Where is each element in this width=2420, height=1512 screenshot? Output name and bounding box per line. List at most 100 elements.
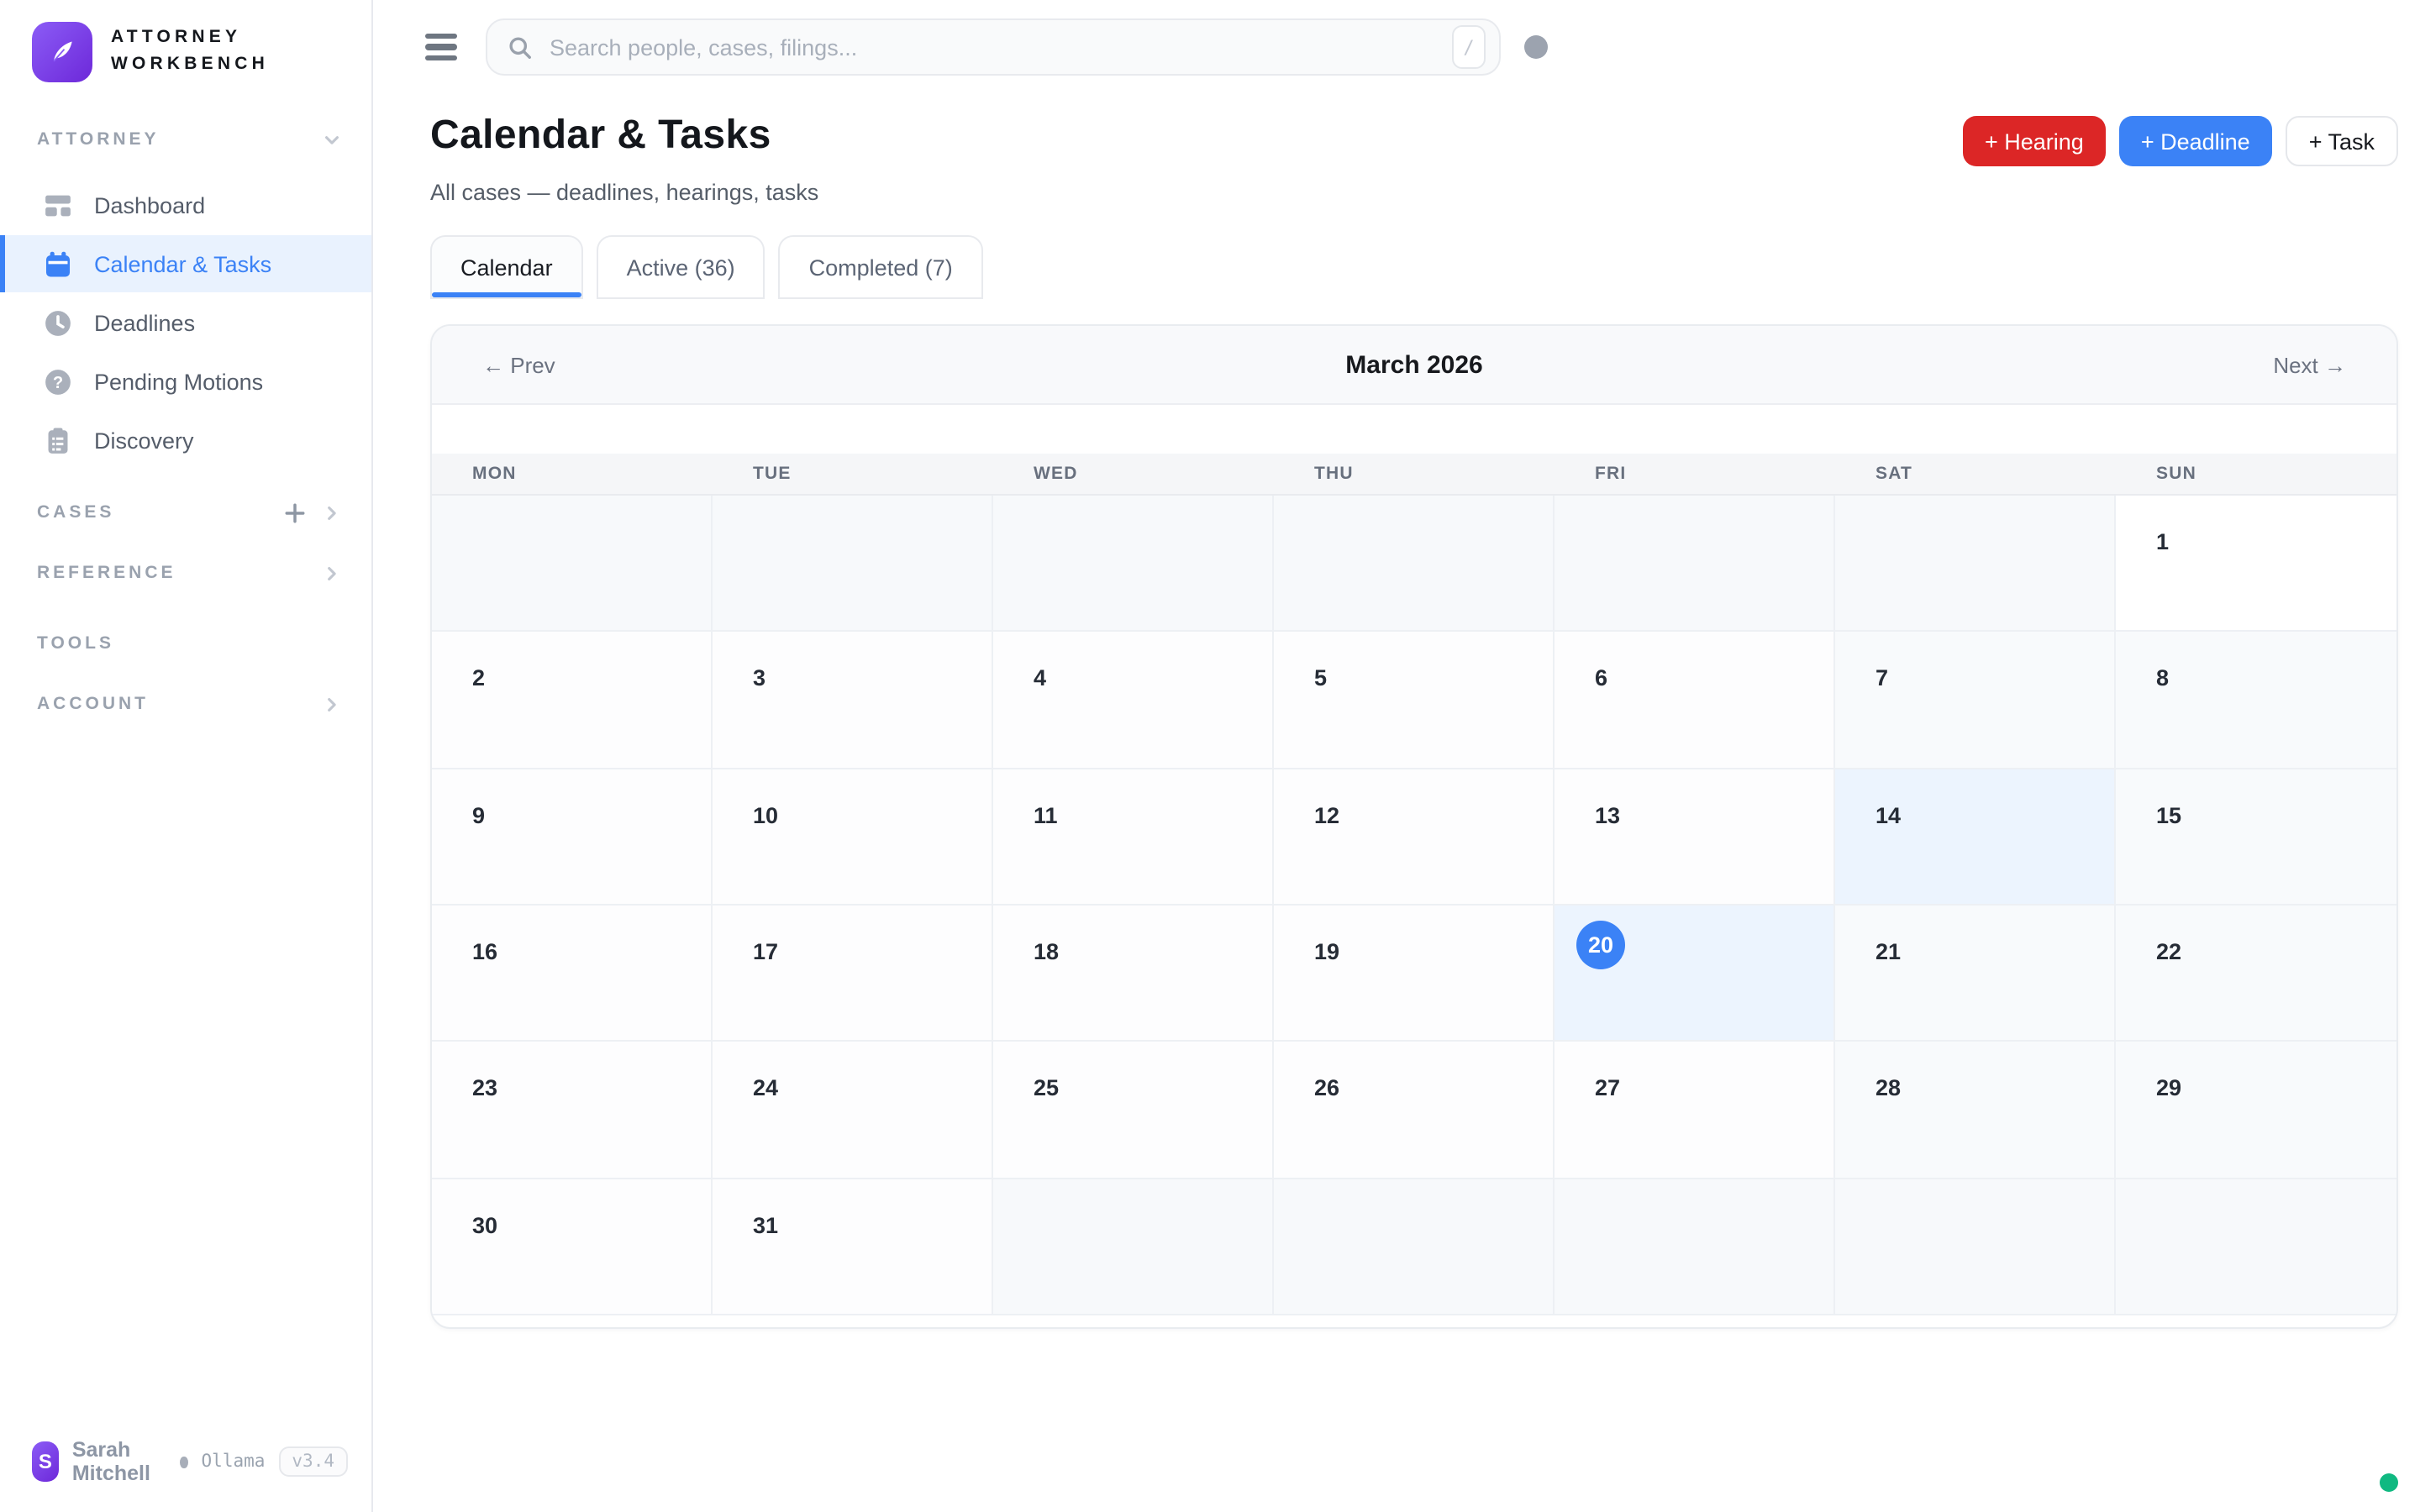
calendar-cell-empty[interactable] (993, 496, 1274, 633)
weekday-header-tue: TUE (713, 454, 993, 494)
calendar-cell-3[interactable]: 3 (713, 633, 993, 769)
calendar-cell-empty[interactable] (713, 496, 993, 633)
sidebar-item-discovery[interactable]: Discovery (0, 412, 371, 469)
tab-calendar[interactable]: Calendar (430, 235, 583, 299)
hamburger-menu-icon[interactable] (425, 29, 462, 66)
calendar-cell-2[interactable]: 2 (432, 633, 713, 769)
calendar-cell-empty[interactable] (1274, 1179, 1555, 1315)
calendar-cell-empty[interactable] (2116, 1179, 2396, 1315)
date-label: 11 (1034, 802, 1058, 827)
user-name: Sarah Mitchell (72, 1438, 166, 1485)
date-label: 1 (2156, 529, 2169, 554)
date-label: 17 (753, 939, 778, 964)
calendar-icon (44, 249, 72, 278)
calendar-cell-6[interactable]: 6 (1555, 633, 1835, 769)
calendar-cell-27[interactable]: 27 (1555, 1042, 1835, 1179)
calendar-cell-empty[interactable] (432, 496, 713, 633)
section-label: REFERENCE (37, 563, 323, 583)
sidebar-section-tools[interactable]: TOOLS (0, 627, 371, 660)
user-status-dot (180, 1456, 187, 1467)
date-label: 28 (1876, 1076, 1901, 1101)
tab-active-36[interactable]: Active (36) (597, 235, 765, 299)
calendar-cell-29[interactable]: 29 (2116, 1042, 2396, 1179)
calendar-cell-11[interactable]: 11 (993, 769, 1274, 906)
calendar-cell-14[interactable]: 14 (1835, 769, 2116, 906)
calendar-cell-18[interactable]: 18 (993, 906, 1274, 1042)
calendar-card: ← Prev March 2026 Next → MONTUEWEDTHUFRI… (430, 324, 2398, 1329)
calendar-cell-23[interactable]: 23 (432, 1042, 713, 1179)
weekday-header-wed: WED (993, 454, 1274, 494)
date-label: 7 (1876, 666, 1888, 691)
calendar-cell-empty[interactable] (993, 1179, 1274, 1315)
next-month-button[interactable]: Next → (2273, 352, 2346, 377)
date-label: 3 (753, 666, 765, 691)
svg-text:?: ? (53, 373, 63, 391)
calendar-cell-13[interactable]: 13 (1555, 769, 1835, 906)
topbar: / (373, 0, 2420, 79)
calendar-cell-30[interactable]: 30 (432, 1179, 713, 1315)
section-label: ACCOUNT (37, 694, 323, 714)
date-label: 16 (472, 939, 497, 964)
dashboard-icon (44, 191, 72, 219)
calendar-cell-20[interactable]: 20 (1555, 906, 1835, 1042)
calendar-month-nav: ← Prev March 2026 Next → (432, 326, 2396, 405)
calendar-cell-15[interactable]: 15 (2116, 769, 2396, 906)
calendar-cell-16[interactable]: 16 (432, 906, 713, 1042)
calendar-cell-9[interactable]: 9 (432, 769, 713, 906)
sidebar-item-calendar-tasks[interactable]: Calendar & Tasks (0, 235, 371, 292)
add-task-button[interactable]: + Task (2286, 116, 2398, 166)
calendar-cell-31[interactable]: 31 (713, 1179, 993, 1315)
calendar-cell-28[interactable]: 28 (1835, 1042, 2116, 1179)
search-input[interactable] (546, 33, 1439, 61)
add-case-icon[interactable] (284, 501, 306, 523)
calendar-cell-10[interactable]: 10 (713, 769, 993, 906)
weekday-header-sun: SUN (2116, 454, 2396, 494)
sidebar-item-deadlines[interactable]: Deadlines (0, 294, 371, 351)
add-deadline-button[interactable]: + Deadline (2119, 116, 2272, 166)
tab-completed-7[interactable]: Completed (7) (779, 235, 983, 299)
date-label: 29 (2156, 1076, 2181, 1101)
calendar-cell-7[interactable]: 7 (1835, 633, 2116, 769)
calendar-cell-4[interactable]: 4 (993, 633, 1274, 769)
sidebar-section-attorney[interactable]: ATTORNEY (0, 123, 371, 156)
calendar-cell-25[interactable]: 25 (993, 1042, 1274, 1179)
sidebar-section-reference[interactable]: REFERENCE (0, 556, 371, 590)
calendar-cell-22[interactable]: 22 (2116, 906, 2396, 1042)
shortcut-key-badge: / (1452, 25, 1486, 69)
calendar-cell-empty[interactable] (1555, 1179, 1835, 1315)
prev-month-button[interactable]: ← Prev (482, 352, 555, 377)
calendar-cell-empty[interactable] (1555, 496, 1835, 633)
calendar-cell-26[interactable]: 26 (1274, 1042, 1555, 1179)
sidebar-item-dashboard[interactable]: Dashboard (0, 176, 371, 234)
user-row[interactable]: S Sarah Mitchell Ollama v3.4 (0, 1415, 371, 1512)
calendar-cell-19[interactable]: 19 (1274, 906, 1555, 1042)
page-header: Calendar & Tasks All cases — deadlines, … (373, 79, 2420, 205)
calendar-cell-21[interactable]: 21 (1835, 906, 2116, 1042)
app-logo: ATTORNEY WORKBENCH (0, 0, 371, 99)
tab-bar: CalendarActive (36)Completed (7) (373, 205, 2420, 299)
weekday-header-sat: SAT (1835, 454, 2116, 494)
add-hearing-button[interactable]: + Hearing (1963, 116, 2106, 166)
date-label: 2 (472, 666, 485, 691)
quill-logo-icon (32, 22, 92, 82)
chevron-down-icon (323, 130, 341, 149)
calendar-cell-empty[interactable] (1835, 496, 2116, 633)
date-label: 18 (1034, 939, 1059, 964)
calendar-cell-8[interactable]: 8 (2116, 633, 2396, 769)
calendar-cell-24[interactable]: 24 (713, 1042, 993, 1179)
search-bar[interactable]: / (486, 18, 1501, 76)
calendar-cell-empty[interactable] (1835, 1179, 2116, 1315)
online-status-dot (2380, 1473, 2398, 1492)
calendar-grid: 1234567891011121314151617181920212223242… (432, 496, 2396, 1315)
weekday-header-mon: MON (432, 454, 713, 494)
sidebar-section-cases[interactable]: CASES (0, 496, 371, 529)
date-label: 24 (753, 1076, 778, 1101)
calendar-cell-empty[interactable] (1274, 496, 1555, 633)
calendar-cell-17[interactable]: 17 (713, 906, 993, 1042)
sidebar-item-pending-motions[interactable]: ? Pending Motions (0, 353, 371, 410)
calendar-cell-12[interactable]: 12 (1274, 769, 1555, 906)
calendar-cell-5[interactable]: 5 (1274, 633, 1555, 769)
sidebar-item-label: Pending Motions (94, 369, 263, 394)
calendar-cell-1[interactable]: 1 (2116, 496, 2396, 633)
sidebar-section-account[interactable]: ACCOUNT (0, 687, 371, 721)
